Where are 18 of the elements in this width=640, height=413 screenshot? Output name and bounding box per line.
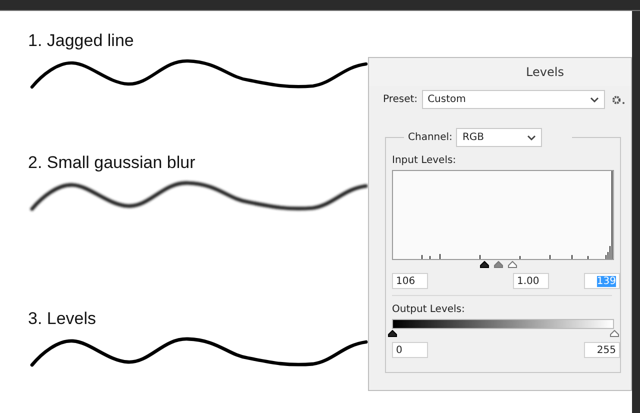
dropdown[interactable]: Custom — [422, 90, 605, 109]
number-field[interactable]: 106 — [392, 273, 428, 289]
slider-handle[interactable] — [388, 330, 396, 337]
input-levels-label: Input Levels: — [392, 155, 458, 166]
example-label: 1. Jagged line — [28, 31, 134, 51]
preset-label: Preset: — [383, 94, 418, 105]
dropdown[interactable]: RGB — [456, 128, 542, 147]
example-label: 2. Small gaussian blur — [28, 153, 196, 173]
settings-icon[interactable] — [612, 94, 625, 104]
chevron-icon — [590, 96, 599, 102]
output-levels-label: Output Levels: — [392, 304, 466, 315]
slider-handle[interactable] — [610, 330, 618, 337]
chevron-icon — [527, 134, 536, 140]
example-label: 3. Levels — [28, 309, 96, 329]
number-field[interactable]: 255 — [584, 342, 620, 358]
number-field[interactable]: 0 — [392, 342, 428, 358]
number-field[interactable]: 1.00 — [513, 273, 549, 289]
channel-label: Channel: — [408, 132, 452, 143]
